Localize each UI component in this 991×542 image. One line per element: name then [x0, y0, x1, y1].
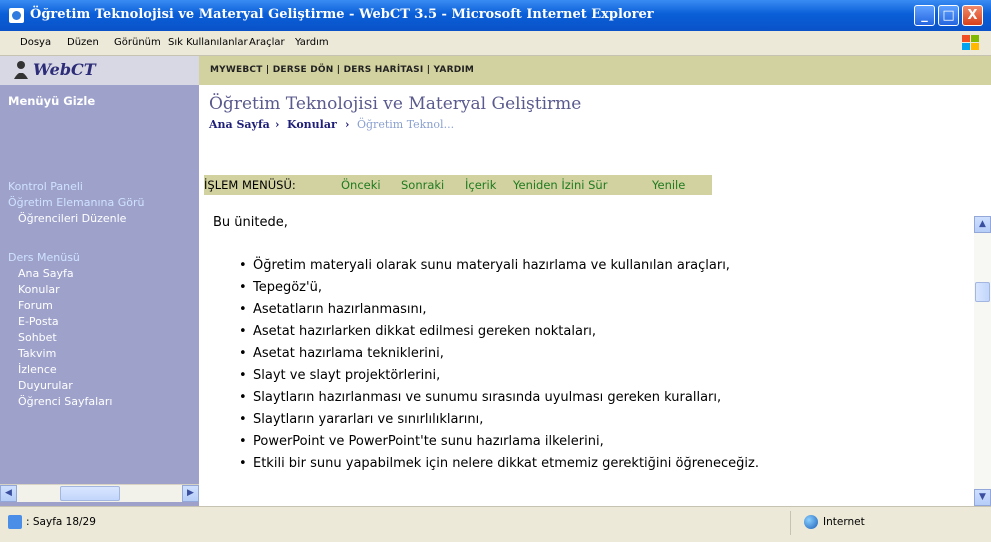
- maximize-button[interactable]: □: [938, 5, 959, 26]
- list-item: PowerPoint ve PowerPoint'te sunu hazırla…: [239, 434, 759, 456]
- status-text: : Sayfa 18/29: [26, 516, 96, 528]
- previous-link[interactable]: Önceki: [341, 178, 381, 192]
- breadcrumb-separator: ›: [345, 118, 350, 131]
- sidebar-item-sohbet[interactable]: Sohbet: [18, 331, 57, 344]
- top-navigation-bar: MYWEBCT | DERSE DÖN | DERS HARİTASI | YA…: [199, 56, 991, 85]
- breadcrumb-separator: ›: [275, 118, 280, 131]
- scroll-up-icon[interactable]: ▲: [974, 216, 991, 233]
- sidebar-item-ogrenci-sayfalari[interactable]: Öğrenci Sayfaları: [18, 395, 112, 408]
- ie-page-icon: [9, 8, 24, 23]
- sidebar-item-duyurular[interactable]: Duyurular: [18, 379, 73, 392]
- list-item: Asetatların hazırlanmasını,: [239, 302, 759, 324]
- menu-dosya[interactable]: Dosya: [20, 37, 51, 48]
- left-horizontal-scrollbar[interactable]: ◀ ▶: [0, 484, 199, 502]
- intro-text: Bu ünitede,: [213, 215, 288, 230]
- sidebar-item-takvim[interactable]: Takvim: [18, 347, 56, 360]
- objectives-list: Öğretim materyali olarak sunu materyali …: [239, 258, 759, 478]
- menu-yardim[interactable]: Yardım: [295, 37, 329, 48]
- menu-gorunum[interactable]: Görünüm: [114, 37, 161, 48]
- internet-zone-icon: [804, 515, 818, 529]
- menu-araclar[interactable]: Araçlar: [249, 37, 285, 48]
- list-item: Slaytların yararları ve sınırlılıklarını…: [239, 412, 759, 434]
- sidebar-item-konular[interactable]: Konular: [18, 283, 60, 296]
- windows-flag-icon: [962, 35, 979, 50]
- list-item: Slayt ve slayt projektörlerini,: [239, 368, 759, 390]
- status-divider: [790, 511, 791, 535]
- contents-link[interactable]: İçerik: [465, 178, 496, 192]
- list-item: Asetat hazırlama tekniklerini,: [239, 346, 759, 368]
- retrace-link[interactable]: Yeniden İzini Sür: [513, 178, 607, 192]
- minimize-button[interactable]: _: [914, 5, 935, 26]
- horizontal-scroll-thumb[interactable]: [60, 486, 120, 501]
- scroll-down-icon[interactable]: ▼: [974, 489, 991, 506]
- content-frame: MYWEBCT | DERSE DÖN | DERS HARİTASI | YA…: [199, 56, 991, 506]
- top-nav-links[interactable]: MYWEBCT | DERSE DÖN | DERS HARİTASI | YA…: [210, 65, 474, 75]
- webct-logo-icon: [14, 61, 28, 79]
- sidebar-item-e-posta[interactable]: E-Posta: [18, 315, 59, 328]
- sidebar-item-forum[interactable]: Forum: [18, 299, 53, 312]
- left-menu-frame: WebCT Menüyü Gizle Kontrol Paneli Öğreti…: [0, 56, 199, 506]
- breadcrumb-topics[interactable]: Konular: [287, 118, 337, 131]
- course-menu-heading: Ders Menüsü: [8, 251, 80, 264]
- operations-menu-label: İŞLEM MENÜSÜ:: [204, 178, 296, 192]
- instructor-view-link[interactable]: Öğretim Elemanına Görü: [8, 196, 145, 209]
- breadcrumb-current: Öğretim Teknol...: [357, 118, 455, 131]
- edit-students-link[interactable]: Öğrencileri Düzenle: [18, 212, 126, 225]
- list-item: Öğretim materyali olarak sunu materyali …: [239, 258, 759, 280]
- list-item: Asetat hazırlarken dikkat edilmesi gerek…: [239, 324, 759, 346]
- list-item: Slaytların hazırlanması ve sunumu sırası…: [239, 390, 759, 412]
- list-item: Tepegöz'ü,: [239, 280, 759, 302]
- operations-menu-bar: İŞLEM MENÜSÜ: Önceki Sonraki İçerik Yeni…: [204, 175, 712, 195]
- vertical-scroll-thumb[interactable]: [975, 282, 990, 302]
- page-status-icon: [8, 515, 22, 529]
- window-title: Öğretim Teknolojisi ve Materyal Geliştir…: [30, 7, 654, 22]
- hide-menu-link[interactable]: Menüyü Gizle: [8, 94, 95, 108]
- security-zone-label: Internet: [823, 516, 865, 528]
- menu-bar: Dosya Düzen Görünüm Sık Kullanılanlar Ar…: [0, 31, 991, 56]
- scroll-left-icon[interactable]: ◀: [0, 485, 17, 502]
- sidebar-item-ana-sayfa[interactable]: Ana Sayfa: [18, 267, 74, 280]
- menu-favorites[interactable]: Sık Kullanılanlar: [168, 37, 248, 48]
- close-button[interactable]: X: [962, 5, 983, 26]
- webct-logo-text: WebCT: [33, 60, 96, 79]
- webct-logo-bar: WebCT: [0, 56, 199, 85]
- status-bar: : Sayfa 18/29 Internet: [0, 506, 991, 542]
- refresh-link[interactable]: Yenile: [652, 178, 685, 192]
- list-item: Etkili bir sunu yapabilmek için nelere d…: [239, 456, 759, 478]
- scroll-right-icon[interactable]: ▶: [182, 485, 199, 502]
- content-vertical-scrollbar[interactable]: ▲ ▼: [974, 216, 991, 506]
- next-link[interactable]: Sonraki: [401, 178, 444, 192]
- sidebar-item-izlence[interactable]: İzlence: [18, 363, 57, 376]
- breadcrumb-home[interactable]: Ana Sayfa: [209, 118, 270, 131]
- window-title-bar[interactable]: Öğretim Teknolojisi ve Materyal Geliştir…: [0, 0, 991, 31]
- menu-duzen[interactable]: Düzen: [67, 37, 99, 48]
- course-title: Öğretim Teknolojisi ve Materyal Geliştir…: [209, 94, 582, 114]
- control-panel-link[interactable]: Kontrol Paneli: [8, 180, 83, 193]
